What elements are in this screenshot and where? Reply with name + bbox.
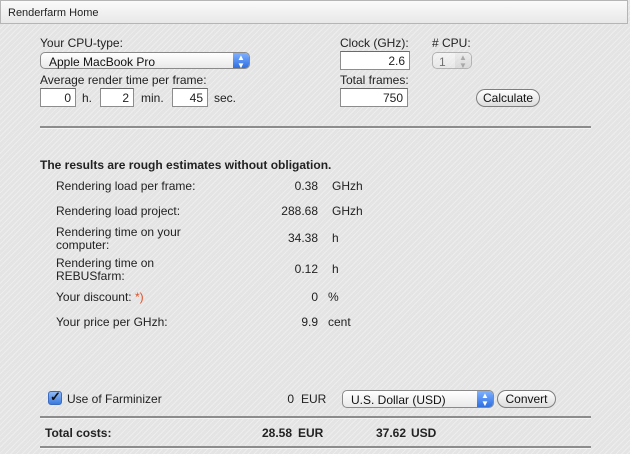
- result-label: Rendering load project:: [56, 204, 181, 218]
- cpu-count-select[interactable]: 1 ▲ ▼: [432, 52, 472, 70]
- cpu-count-label: # CPU:: [432, 36, 471, 50]
- farminizer-unit: EUR: [301, 392, 327, 406]
- total-costs-label: Total costs:: [45, 426, 112, 440]
- convert-button[interactable]: Convert: [497, 390, 556, 408]
- result-unit: h: [332, 231, 339, 245]
- seconds-unit: sec.: [214, 91, 237, 105]
- avg-time-label: Average render time per frame:: [40, 73, 207, 87]
- result-value: 9.9: [301, 315, 318, 329]
- total-frames-field[interactable]: 750: [340, 88, 408, 107]
- hours-unit: h.: [82, 91, 93, 105]
- total-eur-unit: EUR: [298, 426, 324, 440]
- result-value: 0.12: [294, 262, 318, 276]
- result-value: 288.68: [281, 204, 318, 218]
- result-unit: cent: [328, 315, 351, 329]
- farminizer-value: 0: [287, 392, 294, 406]
- window-title: Renderfarm Home: [8, 7, 99, 19]
- cpu-count-value: 1: [439, 55, 446, 69]
- total-usd-unit: USD: [411, 426, 437, 440]
- clock-field[interactable]: 2.6: [340, 51, 410, 70]
- total-eur-value: 28.58: [261, 426, 292, 440]
- divider: [40, 416, 591, 419]
- currency-select-value: U.S. Dollar (USD): [351, 393, 446, 407]
- result-label: Rendering time on your: [56, 225, 181, 239]
- total-frames-label: Total frames:: [340, 73, 409, 87]
- result-label: Your price per GHzh:: [56, 315, 168, 329]
- minutes-unit: min.: [141, 91, 164, 105]
- result-value: 34.38: [287, 231, 318, 245]
- divider: [40, 126, 591, 129]
- clock-label: Clock (GHz):: [340, 36, 409, 50]
- currency-select[interactable]: U.S. Dollar (USD) ▲ ▼: [342, 390, 494, 408]
- result-value: 0: [311, 290, 318, 304]
- window-title-bar: Renderfarm Home: [0, 0, 628, 24]
- result-unit: h: [332, 262, 339, 276]
- divider: [40, 446, 591, 449]
- select-arrows-icon: ▲ ▼: [455, 53, 471, 70]
- farminizer-checkbox[interactable]: ✓: [48, 389, 62, 405]
- result-value: 0.38: [294, 179, 318, 193]
- result-label: computer:: [56, 238, 110, 252]
- hours-field[interactable]: 0: [40, 88, 76, 107]
- result-label: Your discount:: [56, 290, 132, 304]
- result-label: Rendering load per frame:: [56, 179, 196, 193]
- cpu-type-select[interactable]: Apple MacBook Pro ▲ ▼: [40, 52, 250, 70]
- result-unit: GHzh: [332, 204, 363, 218]
- seconds-field[interactable]: 45: [172, 88, 208, 107]
- total-usd-value: 37.62: [375, 426, 406, 440]
- results-heading: The results are rough estimates without …: [40, 158, 332, 172]
- cpu-type-label: Your CPU-type:: [40, 36, 123, 50]
- select-arrows-icon: ▲ ▼: [233, 53, 249, 70]
- minutes-field[interactable]: 2: [100, 88, 134, 107]
- checkmark-icon: ✓: [50, 389, 61, 404]
- farminizer-label: Use of Farminizer: [67, 392, 162, 406]
- calculate-button[interactable]: Calculate: [476, 89, 540, 107]
- cpu-type-value: Apple MacBook Pro: [49, 55, 156, 69]
- result-unit: GHzh: [332, 179, 363, 193]
- result-label: REBUSfarm:: [56, 269, 125, 283]
- select-arrows-icon: ▲ ▼: [477, 391, 493, 408]
- result-unit: %: [328, 290, 339, 304]
- result-label: Rendering time on: [56, 256, 155, 270]
- discount-footnote-link[interactable]: *): [135, 290, 144, 304]
